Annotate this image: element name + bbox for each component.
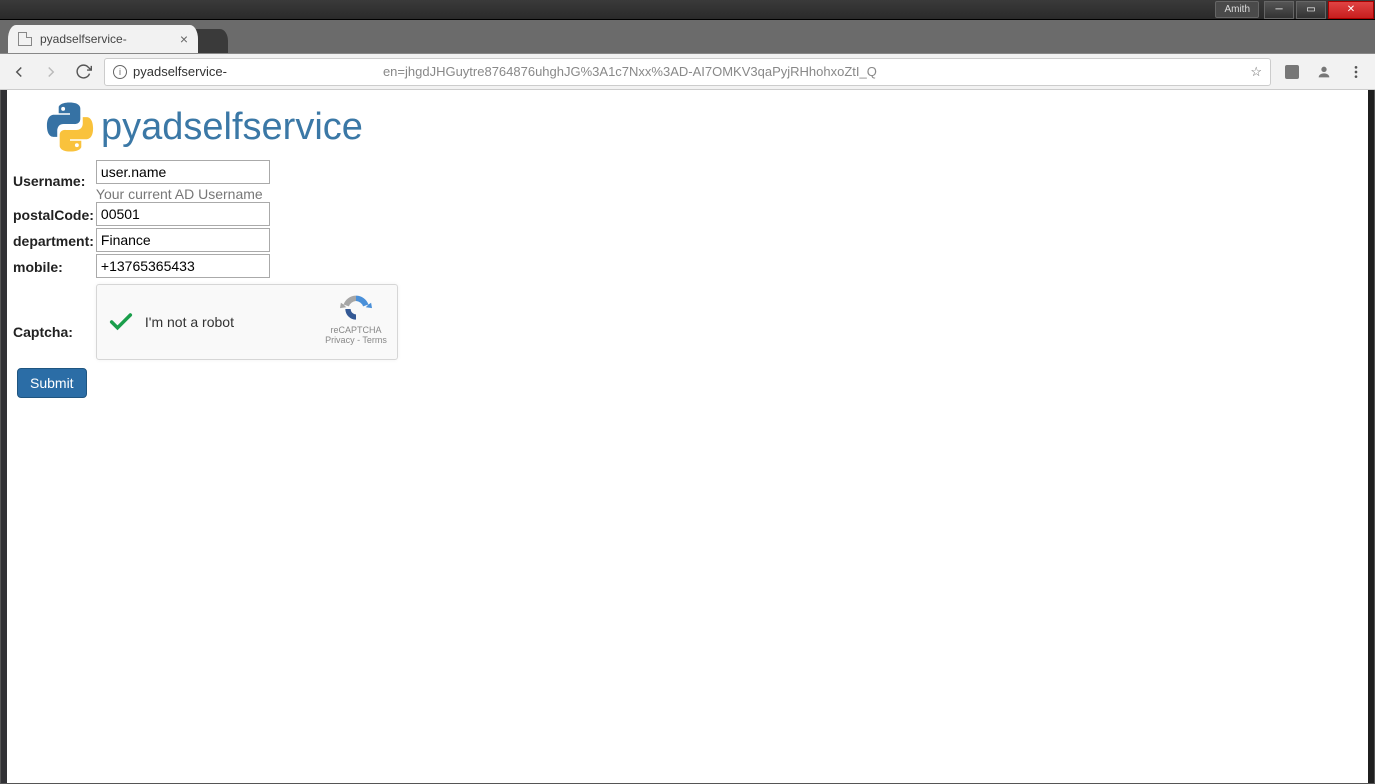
refresh-button[interactable] (72, 61, 94, 83)
python-logo-icon (43, 100, 97, 154)
postalcode-input[interactable] (96, 202, 270, 226)
recaptcha-logo-icon (338, 293, 374, 325)
mobile-label: mobile: (13, 254, 96, 280)
forward-button[interactable] (40, 61, 62, 83)
extension-icon[interactable] (1281, 61, 1303, 83)
chrome-tab-strip: pyadselfservice- × (0, 20, 1375, 54)
recaptcha-name: reCAPTCHA (325, 325, 387, 335)
department-input[interactable] (96, 228, 270, 252)
recaptcha-text: I'm not a robot (145, 314, 234, 330)
window-maximize-button[interactable]: ▭ (1296, 1, 1326, 19)
app-header: pyadselfservice (13, 90, 1368, 160)
mobile-input[interactable] (96, 254, 270, 278)
site-info-icon[interactable]: i (113, 65, 127, 79)
tab-close-icon[interactable]: × (180, 31, 188, 47)
bookmark-star-icon[interactable]: ☆ (1250, 64, 1262, 80)
window-minimize-button[interactable]: ─ (1264, 1, 1294, 19)
chrome-menu-icon[interactable] (1345, 61, 1367, 83)
chrome-toolbar: i pyadselfservice- en=jhgdJHGuytre876487… (0, 54, 1375, 90)
back-button[interactable] (8, 61, 30, 83)
username-label: Username: (13, 160, 96, 202)
postalcode-label: postalCode: (13, 202, 96, 228)
url-host: pyadselfservice- (133, 64, 227, 79)
tab-title: pyadselfservice- (40, 32, 127, 46)
captcha-label: Captcha: (13, 280, 96, 360)
browser-tab[interactable]: pyadselfservice- × (8, 25, 198, 53)
form-table: Username: Your current AD Username posta… (13, 160, 398, 360)
user-badge: Amith (1215, 1, 1259, 18)
username-input[interactable] (96, 160, 270, 184)
submit-button[interactable]: Submit (17, 368, 87, 398)
url-bar[interactable]: i pyadselfservice- en=jhgdJHGuytre876487… (104, 58, 1271, 86)
recaptcha-brand: reCAPTCHA Privacy - Terms (325, 293, 387, 345)
profile-icon[interactable] (1313, 61, 1335, 83)
page-viewport: pyadselfservice Username: Your current A… (0, 90, 1375, 784)
page-icon (18, 32, 32, 46)
app-title: pyadselfservice (101, 106, 363, 149)
recaptcha-widget[interactable]: I'm not a robot (96, 284, 398, 360)
department-label: department: (13, 228, 96, 254)
window-close-button[interactable]: ✕ (1328, 1, 1374, 19)
username-helper: Your current AD Username (96, 186, 398, 202)
recaptcha-links[interactable]: Privacy - Terms (325, 335, 387, 345)
window-titlebar: Amith ─ ▭ ✕ (0, 0, 1375, 20)
checkmark-icon (107, 308, 135, 336)
url-rest: en=jhgdJHGuytre8764876uhghJG%3A1c7Nxx%3A… (383, 64, 877, 79)
